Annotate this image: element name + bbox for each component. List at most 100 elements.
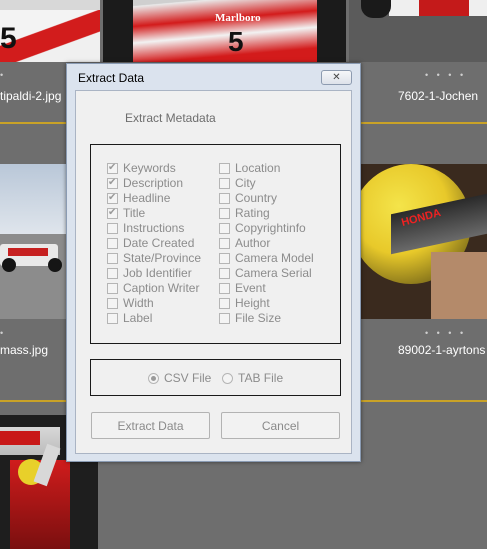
label-label: Label	[123, 311, 153, 325]
row-divider	[0, 122, 66, 124]
checkbox-square	[107, 222, 118, 234]
extract-data-dialog: Extract Data ✕ Extract Metadata ✔ Keyword…	[66, 63, 361, 462]
headline-checkbox[interactable]: ✔ Headline	[107, 191, 170, 205]
checkbox-square	[219, 267, 230, 279]
tyre-right	[317, 0, 346, 62]
instructions-checkbox[interactable]: Instructions	[107, 221, 184, 235]
caption-writer-checkbox[interactable]: Caption Writer	[107, 281, 199, 295]
face	[431, 252, 487, 319]
dialog-body: Extract Metadata ✔ Keywords ✔ Description ✔ H…	[75, 90, 352, 454]
thumbnail-mid-right[interactable]: HONDA	[361, 164, 487, 319]
car-stripe	[419, 0, 469, 16]
close-icon: ✕	[332, 72, 341, 83]
camera-serial-label: Camera Serial	[235, 266, 312, 280]
instructions-label: Instructions	[123, 221, 185, 235]
thumbnail-top-right[interactable]	[349, 0, 487, 62]
job-identifier-checkbox[interactable]: Job Identifier	[107, 266, 192, 280]
checkmark-icon: ✔	[107, 176, 118, 189]
thumb-dots: • • • •	[425, 70, 467, 80]
height-label: Height	[235, 296, 270, 310]
state-province-checkbox[interactable]: State/Province	[107, 251, 201, 265]
copyrightinfo-checkbox[interactable]: Copyrightinfo	[219, 221, 306, 235]
tyre	[361, 0, 391, 18]
radio-selected-dot	[151, 375, 156, 381]
height-checkbox[interactable]: Height	[219, 296, 270, 310]
city-checkbox[interactable]: City	[219, 176, 256, 190]
row-divider	[361, 400, 487, 402]
car-body	[103, 0, 346, 62]
thumb-caption: tipaldi-2.jpg	[0, 89, 62, 103]
checkbox-square	[219, 297, 230, 309]
camera-model-label: Camera Model	[235, 251, 314, 265]
sky	[0, 164, 66, 234]
row-divider	[0, 400, 66, 402]
country-checkbox[interactable]: Country	[219, 191, 277, 205]
csv-file-label: CSV File	[164, 371, 212, 385]
checkbox-square	[107, 282, 118, 294]
location-label: Location	[235, 161, 281, 175]
checkbox-square	[107, 267, 118, 279]
checkmark-icon: ✔	[107, 161, 118, 174]
extract-data-button[interactable]: Extract Data	[91, 412, 210, 439]
thumbnail-top-left[interactable]: 5	[0, 0, 100, 62]
tab-radio-circle	[222, 372, 233, 384]
checkbox-square	[107, 252, 118, 264]
location-checkbox[interactable]: Location	[219, 161, 280, 175]
checkbox-square	[219, 177, 230, 189]
sponsor-logo: Marlboro	[215, 12, 261, 24]
car-stripe	[8, 248, 48, 256]
thumb-caption: 7602-1-Jochen	[398, 89, 479, 103]
dialog-title: Extract Data	[78, 71, 145, 85]
thumb-dots: •	[0, 70, 7, 80]
tyre	[48, 258, 62, 272]
checkbox-square	[219, 312, 230, 324]
thumb-dots: • • • •	[425, 328, 467, 338]
csv-radio-circle	[148, 372, 159, 384]
car-number: 5	[0, 22, 17, 55]
author-label: Author	[235, 236, 271, 250]
camera-serial-checkbox[interactable]: Camera Serial	[219, 266, 312, 280]
metadata-fields-group: ✔ Keywords ✔ Description ✔ Headline ✔ Title Inst…	[90, 144, 341, 344]
checkbox-square	[219, 162, 230, 174]
close-button[interactable]: ✕	[321, 70, 352, 85]
tyre	[2, 258, 16, 272]
checkbox-square	[107, 312, 118, 324]
csv-file-radio[interactable]: CSV File	[148, 371, 211, 385]
checkbox-square	[219, 252, 230, 264]
tab-file-label: TAB File	[238, 371, 284, 385]
checkbox-square	[219, 207, 230, 219]
description-checkbox[interactable]: ✔ Description	[107, 176, 183, 190]
rating-label: Rating	[235, 206, 270, 220]
checkbox-square	[219, 222, 230, 234]
title-label: Title	[123, 206, 146, 220]
checkmark-icon: ✔	[107, 191, 118, 204]
date-created-checkbox[interactable]: Date Created	[107, 236, 194, 250]
width-checkbox[interactable]: Width	[107, 296, 154, 310]
checkbox-square	[107, 297, 118, 309]
extract-metadata-heading: Extract Metadata	[125, 111, 216, 125]
file-size-checkbox[interactable]: File Size	[219, 311, 281, 325]
keywords-label: Keywords	[123, 161, 176, 175]
caption-writer-label: Caption Writer	[123, 281, 200, 295]
dialog-titlebar[interactable]: Extract Data ✕	[67, 64, 360, 90]
title-checkbox[interactable]: ✔ Title	[107, 206, 145, 220]
format-group: CSV File TAB File	[90, 359, 341, 396]
thumbnail-top-center[interactable]: Marlboro 5	[103, 0, 346, 62]
checkbox-square	[219, 192, 230, 204]
author-checkbox[interactable]: Author	[219, 236, 270, 250]
row-divider	[361, 122, 487, 124]
tab-file-radio[interactable]: TAB File	[222, 371, 283, 385]
checkbox-square	[219, 282, 230, 294]
width-label: Width	[123, 296, 154, 310]
thumbnail-mid-left[interactable]	[0, 164, 66, 319]
keywords-checkbox[interactable]: ✔ Keywords	[107, 161, 176, 175]
car-number: 5	[228, 26, 244, 57]
camera-model-checkbox[interactable]: Camera Model	[219, 251, 314, 265]
label-checkbox[interactable]: Label	[107, 311, 152, 325]
event-checkbox[interactable]: Event	[219, 281, 266, 295]
checkbox-square	[107, 237, 118, 249]
cancel-button[interactable]: Cancel	[221, 412, 340, 439]
thumb-caption: mass.jpg	[0, 343, 49, 357]
rating-checkbox[interactable]: Rating	[219, 206, 270, 220]
file-size-label: File Size	[235, 311, 282, 325]
